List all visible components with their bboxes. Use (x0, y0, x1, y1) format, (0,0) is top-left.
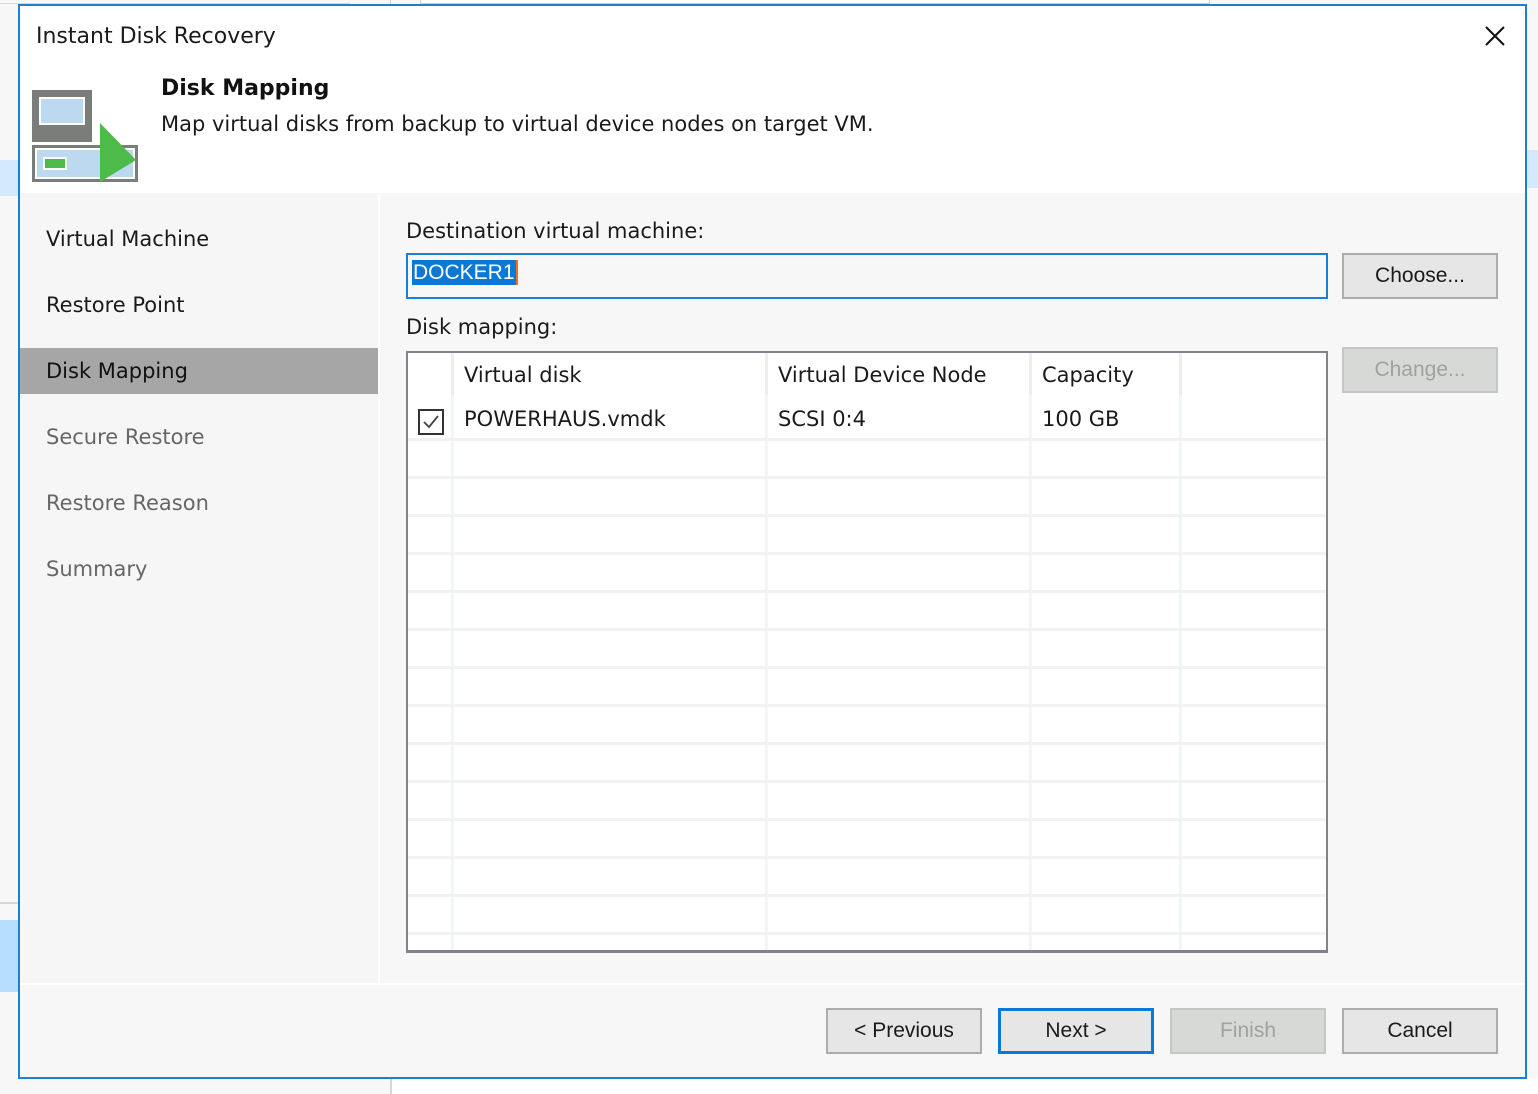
restore-vm-icon (32, 90, 138, 182)
row-divider (408, 438, 1326, 441)
header-divider (1029, 353, 1032, 395)
background-selected-row (0, 160, 19, 196)
row-divider (408, 704, 1326, 707)
background-selected-row (1526, 150, 1538, 188)
background-divider (0, 902, 19, 904)
cancel-button[interactable]: Cancel (1342, 1008, 1498, 1054)
row-divider (408, 552, 1326, 555)
destination-vm-input[interactable]: DOCKER1 (406, 253, 1328, 299)
wizard-steps-sidebar: Virtual Machine Restore Point Disk Mappi… (20, 195, 378, 983)
disk-mapping-label: Disk mapping: (406, 315, 558, 339)
step-description: Map virtual disks from backup to virtual… (161, 112, 874, 136)
close-button[interactable] (1481, 22, 1509, 50)
row-divider (408, 666, 1326, 669)
row-divider (408, 818, 1326, 821)
row-divider (408, 514, 1326, 517)
previous-button[interactable]: < Previous (826, 1008, 982, 1054)
wizard-footer: < Previous Next > Finish Cancel (20, 985, 1525, 1077)
sidebar-item-restore-reason[interactable]: Restore Reason (20, 480, 378, 526)
sidebar-item-summary[interactable]: Summary (20, 546, 378, 592)
change-button[interactable]: Change... (1342, 347, 1498, 393)
row-divider (408, 932, 1326, 935)
next-button[interactable]: Next > (998, 1008, 1154, 1054)
sidebar-item-disk-mapping[interactable]: Disk Mapping (20, 348, 378, 394)
background-selected-row (0, 920, 19, 992)
row-divider (408, 628, 1326, 631)
row-divider (408, 894, 1326, 897)
sidebar-item-virtual-machine[interactable]: Virtual Machine (20, 216, 378, 262)
wizard-header: Instant Disk Recovery Disk Mapping Map v… (20, 6, 1525, 193)
cell-device-node[interactable]: SCSI 0:4 (778, 407, 866, 431)
column-divider (1029, 353, 1032, 950)
column-divider (451, 353, 454, 950)
header-divider (1179, 353, 1182, 395)
column-header-capacity[interactable]: Capacity (1042, 363, 1134, 387)
header-divider (451, 353, 454, 395)
column-divider (765, 353, 768, 950)
row-divider (408, 780, 1326, 783)
header-divider (765, 353, 768, 395)
instant-disk-recovery-dialog: Instant Disk Recovery Disk Mapping Map v… (18, 4, 1527, 1079)
destination-vm-label: Destination virtual machine: (406, 219, 705, 243)
destination-vm-value: DOCKER1 (412, 260, 518, 285)
checkmark-icon (423, 415, 439, 429)
row-divider (408, 476, 1326, 479)
column-header-virtual-device-node[interactable]: Virtual Device Node (778, 363, 987, 387)
background-panel (392, 1078, 1538, 1094)
close-icon (1485, 26, 1505, 46)
disk-mapping-table: Virtual disk Virtual Device Node Capacit… (406, 351, 1328, 953)
cell-capacity[interactable]: 100 GB (1042, 407, 1119, 431)
cell-virtual-disk[interactable]: POWERHAUS.vmdk (464, 407, 666, 431)
sidebar-item-restore-point[interactable]: Restore Point (20, 282, 378, 328)
choose-button[interactable]: Choose... (1342, 253, 1498, 299)
column-divider (1179, 353, 1182, 950)
row-divider (408, 590, 1326, 593)
step-title: Disk Mapping (161, 76, 330, 101)
finish-button[interactable]: Finish (1170, 1008, 1326, 1054)
row-divider (408, 742, 1326, 745)
column-header-virtual-disk[interactable]: Virtual disk (464, 363, 582, 387)
sidebar-item-secure-restore[interactable]: Secure Restore (20, 414, 378, 460)
disk-mapping-panel: Destination virtual machine: DOCKER1 Cho… (380, 195, 1527, 983)
row-divider (408, 856, 1326, 859)
dialog-title: Instant Disk Recovery (36, 24, 276, 49)
disk-row-checkbox[interactable] (418, 409, 444, 435)
